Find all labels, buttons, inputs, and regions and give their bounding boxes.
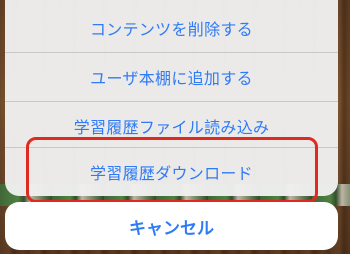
add-to-user-bookshelf-action[interactable]: ユーザ本棚に追加する <box>5 53 338 101</box>
cancel-label: キャンセル <box>129 218 214 239</box>
download-learning-history-label: 学習履歴ダウンロード <box>89 164 253 183</box>
add-to-user-bookshelf-label: ユーザ本棚に追加する <box>90 69 253 88</box>
delete-content-action[interactable]: コンテンツを削除する <box>5 4 338 52</box>
load-learning-history-file-action[interactable]: 学習履歴ファイル読み込み <box>5 102 338 150</box>
action-sheet: コンテンツを削除する ユーザ本棚に追加する 学習履歴ファイル読み込み 学習履歴ダ… <box>5 0 338 196</box>
cancel-button[interactable]: キャンセル <box>5 202 338 250</box>
download-learning-history-action[interactable]: 学習履歴ダウンロード <box>5 148 338 196</box>
load-learning-history-file-label: 学習履歴ファイル読み込み <box>73 118 270 137</box>
delete-content-label: コンテンツを削除する <box>89 20 253 39</box>
